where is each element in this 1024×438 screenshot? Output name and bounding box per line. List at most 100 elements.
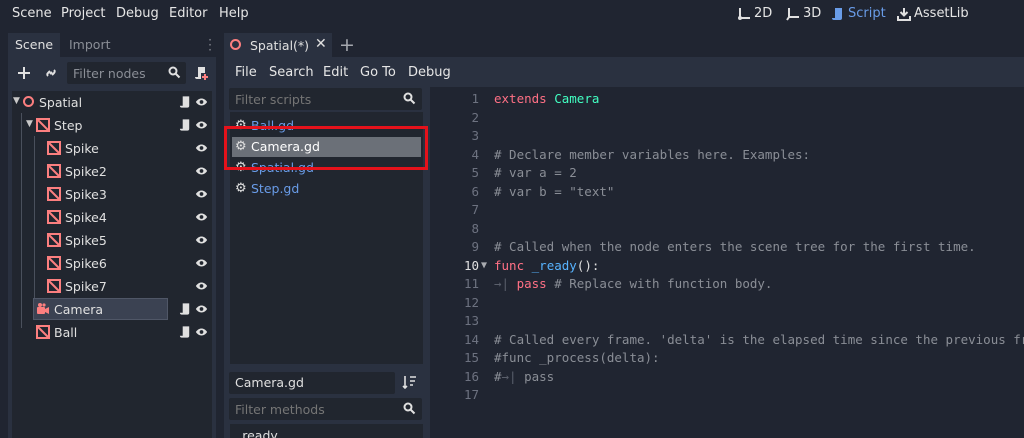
- node-label: Spike6: [65, 256, 107, 271]
- visibility-eye-icon[interactable]: [195, 188, 208, 200]
- script-icon[interactable]: [179, 302, 192, 316]
- tab-import[interactable]: Import: [62, 33, 118, 57]
- workspace-3d-button[interactable]: 3D: [786, 6, 821, 21]
- static-body-icon: [47, 256, 61, 270]
- code-line[interactable]: 8: [430, 221, 1024, 239]
- dock-menu-icon[interactable]: · · ·: [207, 34, 213, 56]
- workspace-script-button[interactable]: Script: [831, 6, 886, 21]
- code-token: pass: [516, 276, 547, 291]
- tree-node-spike4[interactable]: Spike4: [12, 206, 212, 228]
- code-editor[interactable]: 1 extends Camera 2 3 4 # Declare member varia…: [430, 87, 1024, 438]
- code-line[interactable]: 5 # var a = 2: [430, 165, 1024, 183]
- line-number: 12: [463, 294, 479, 310]
- collapse-arrow-icon[interactable]: ▼: [13, 96, 20, 106]
- method-item[interactable]: _ready: [236, 428, 278, 438]
- menu-help[interactable]: Help: [219, 6, 249, 21]
- line-number: 8: [471, 220, 479, 236]
- node-label: Spike4: [65, 210, 107, 225]
- tree-node-step[interactable]: ▼ Step: [12, 114, 212, 136]
- add-node-button[interactable]: [14, 63, 34, 83]
- code-line[interactable]: 12: [430, 295, 1024, 313]
- tree-node-spike[interactable]: Spike: [12, 137, 212, 159]
- script-icon[interactable]: [179, 325, 192, 339]
- script-item-step[interactable]: ⚙ Step.gd: [232, 179, 421, 199]
- tree-node-spike7[interactable]: Spike7: [12, 275, 212, 297]
- code-line[interactable]: 7: [430, 202, 1024, 220]
- code-line[interactable]: 13: [430, 313, 1024, 331]
- attach-script-button[interactable]: [191, 63, 211, 83]
- script-icon[interactable]: [179, 118, 192, 132]
- spatial-icon: [230, 39, 241, 50]
- instance-scene-button[interactable]: [41, 63, 61, 83]
- code-line[interactable]: 4 # Declare member variables here. Exampl…: [430, 147, 1024, 165]
- visibility-eye-icon[interactable]: [195, 257, 208, 269]
- menu-goto[interactable]: Go To: [360, 65, 396, 80]
- menu-file[interactable]: File: [235, 65, 257, 80]
- visibility-eye-icon[interactable]: [195, 119, 208, 131]
- scene-tab-spatial[interactable]: Spatial(*) ✕: [224, 33, 332, 57]
- script-editor-menu: File Search Edit Go To Debug: [224, 57, 1024, 86]
- filter-scripts-field[interactable]: [229, 88, 422, 110]
- current-script-name: Camera.gd: [235, 375, 304, 390]
- tree-node-spike2[interactable]: Spike2: [12, 160, 212, 182]
- workspace-script-label: Script: [848, 6, 886, 21]
- menu-project[interactable]: Project: [61, 6, 105, 21]
- static-body-icon: [47, 187, 61, 201]
- visibility-eye-icon[interactable]: [195, 142, 208, 154]
- code-line[interactable]: 11 →| pass # Replace with function body.: [430, 276, 1024, 294]
- line-number: 11: [463, 276, 479, 291]
- code-line[interactable]: 16 #→| pass: [430, 369, 1024, 387]
- collapse-arrow-icon[interactable]: ▼: [26, 119, 33, 129]
- scene-tab-label: Spatial(*): [250, 38, 310, 53]
- tree-node-ball[interactable]: Ball: [12, 321, 212, 343]
- menu-debug[interactable]: Debug: [408, 65, 451, 80]
- code-line[interactable]: 2: [430, 110, 1024, 128]
- visibility-eye-icon[interactable]: [195, 211, 208, 223]
- visibility-eye-icon[interactable]: [195, 280, 208, 292]
- filter-scripts-input[interactable]: [229, 88, 399, 110]
- highlight-annotation-box: [224, 126, 428, 170]
- menu-debug[interactable]: Debug: [116, 6, 159, 21]
- visibility-eye-icon[interactable]: [195, 165, 208, 177]
- tab-scene[interactable]: Scene: [8, 33, 61, 57]
- workspace-2d-button[interactable]: 2D: [737, 6, 772, 21]
- static-body-icon: [47, 164, 61, 178]
- visibility-eye-icon[interactable]: [195, 234, 208, 246]
- filter-methods-input[interactable]: [229, 398, 399, 420]
- menu-scene[interactable]: Scene: [12, 6, 52, 21]
- code-line[interactable]: 15 #func _process(delta):: [430, 350, 1024, 368]
- tree-node-spike3[interactable]: Spike3: [12, 183, 212, 205]
- code-line[interactable]: 17: [430, 387, 1024, 405]
- fold-arrow-icon[interactable]: ▼: [481, 260, 487, 271]
- close-tab-icon[interactable]: ✕: [315, 36, 327, 52]
- code-line[interactable]: 3: [430, 128, 1024, 146]
- code-line[interactable]: 6 # var b = "text": [430, 184, 1024, 202]
- tree-node-camera[interactable]: Camera: [12, 298, 212, 320]
- script-icon[interactable]: [179, 95, 192, 109]
- code-line[interactable]: 9 # Called when the node enters the scene…: [430, 239, 1024, 257]
- code-line[interactable]: 14 # Called every frame. 'delta' is the e…: [430, 332, 1024, 350]
- menu-search[interactable]: Search: [269, 65, 314, 80]
- code-line[interactable]: 10 ▼ func _ready():: [430, 258, 1024, 276]
- new-tab-plus-icon[interactable]: +: [339, 34, 355, 56]
- sort-icon[interactable]: [402, 375, 417, 389]
- visibility-eye-icon[interactable]: [195, 326, 208, 338]
- workspace-assetlib-button[interactable]: AssetLib: [897, 6, 969, 21]
- visibility-eye-icon[interactable]: [195, 303, 208, 315]
- code-token: Camera: [554, 91, 600, 106]
- tree-node-spatial[interactable]: ▼ Spatial: [12, 91, 212, 113]
- filter-nodes-field[interactable]: [67, 62, 186, 84]
- code-text: # Declare member variables here. Example…: [494, 147, 810, 162]
- code-line[interactable]: 1 extends Camera: [430, 91, 1024, 109]
- visibility-eye-icon[interactable]: [195, 96, 208, 108]
- filter-nodes-input[interactable]: [67, 62, 164, 84]
- filter-methods-field[interactable]: [229, 398, 422, 420]
- menu-edit[interactable]: Edit: [323, 65, 348, 80]
- line-number: 6: [471, 183, 479, 199]
- menu-editor[interactable]: Editor: [169, 6, 207, 21]
- node-label: Spike2: [65, 164, 107, 179]
- tree-node-spike6[interactable]: Spike6: [12, 252, 212, 274]
- scene-dock: Scene Import ··· ▼ Spatial ▼: [8, 33, 216, 438]
- tree-node-spike5[interactable]: Spike5: [12, 229, 212, 251]
